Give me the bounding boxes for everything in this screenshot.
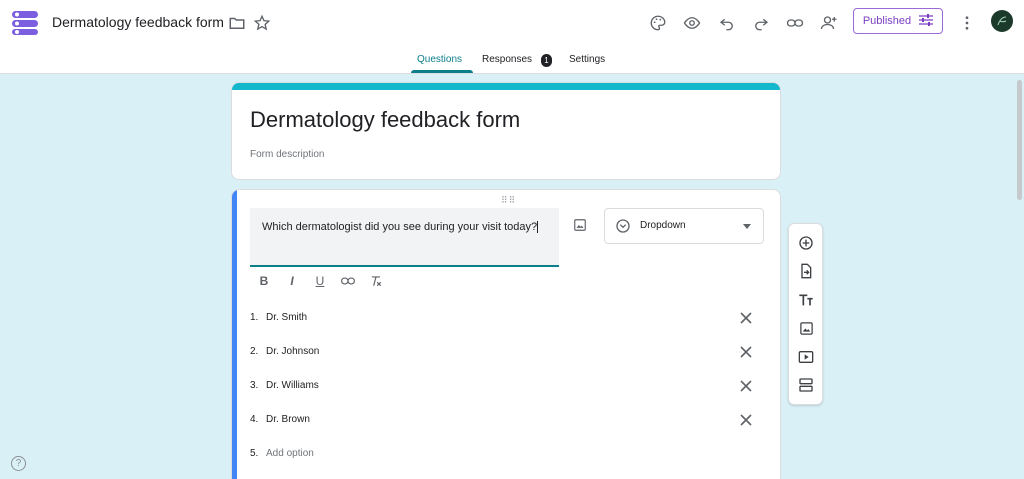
tab-responses[interactable]: Responses (482, 54, 532, 65)
option-label[interactable]: Dr. Williams (266, 380, 319, 391)
add-video-icon[interactable] (797, 348, 815, 366)
top-bar: Dermatology feedback form Published Ques… (0, 0, 1024, 74)
more-vert-icon[interactable] (957, 13, 977, 33)
active-card-indicator (232, 190, 237, 479)
option-number: 1. (250, 312, 259, 323)
import-questions-icon[interactable] (797, 262, 815, 280)
avatar[interactable] (991, 10, 1013, 32)
chevron-down-icon (743, 224, 751, 229)
list-item: 1. Dr. Smith (250, 309, 770, 329)
option-label[interactable]: Dr. Brown (266, 414, 310, 425)
underline-button[interactable]: U (311, 272, 329, 290)
list-item: 4. Dr. Brown (250, 411, 770, 431)
close-icon[interactable] (738, 344, 754, 360)
form-title[interactable]: Dermatology feedback form (250, 107, 520, 133)
tab-settings[interactable]: Settings (569, 54, 605, 65)
insert-link-icon[interactable] (339, 272, 357, 290)
option-number: 5. (250, 448, 259, 459)
active-tab-indicator (411, 70, 473, 73)
add-option-row: 5. Add option (250, 445, 770, 465)
title-card-accent (232, 83, 780, 90)
scrollbar[interactable] (1017, 80, 1022, 200)
preview-eye-icon[interactable] (682, 13, 702, 33)
tab-bar: Questions Responses 1 Settings (0, 48, 1024, 74)
option-number: 3. (250, 380, 259, 391)
star-icon[interactable] (252, 13, 272, 33)
undo-icon[interactable] (717, 13, 737, 33)
list-item: 3. Dr. Williams (250, 377, 770, 397)
text-caret (537, 221, 539, 234)
list-item: 2. Dr. Johnson (250, 343, 770, 363)
add-question-icon[interactable] (797, 234, 815, 252)
add-section-icon[interactable] (797, 376, 815, 394)
tab-questions[interactable]: Questions (417, 54, 462, 65)
document-title[interactable]: Dermatology feedback form (52, 14, 224, 30)
drag-handle-icon[interactable]: ⠿⠿ (501, 195, 516, 206)
close-icon[interactable] (738, 310, 754, 326)
add-collaborator-icon[interactable] (819, 13, 839, 33)
link-icon[interactable] (785, 13, 805, 33)
option-label[interactable]: Dr. Johnson (266, 346, 319, 357)
responses-count-badge: 1 (541, 54, 552, 67)
italic-button[interactable]: I (283, 272, 301, 290)
close-icon[interactable] (738, 378, 754, 394)
form-description-field[interactable]: Form description (250, 149, 324, 160)
option-label[interactable]: Dr. Smith (266, 312, 307, 323)
add-image-icon[interactable] (571, 216, 589, 234)
question-type-label: Dropdown (640, 220, 686, 231)
bold-button[interactable]: B (255, 272, 273, 290)
redo-icon[interactable] (751, 13, 771, 33)
add-image-icon[interactable] (797, 319, 815, 337)
option-number: 4. (250, 414, 259, 425)
question-type-select[interactable]: Dropdown (604, 208, 764, 244)
dropdown-circle-icon (615, 218, 631, 239)
tune-icon (919, 13, 934, 29)
question-text: Which dermatologist did you see during y… (262, 221, 538, 233)
palette-icon[interactable] (648, 13, 668, 33)
question-title-input[interactable]: Which dermatologist did you see during y… (250, 208, 559, 267)
clear-formatting-icon[interactable] (367, 272, 385, 290)
question-card[interactable]: ⠿⠿ Which dermatologist did you see durin… (231, 189, 781, 479)
option-number: 2. (250, 346, 259, 357)
help-icon[interactable]: ? (11, 456, 26, 471)
floating-toolbar (788, 223, 823, 405)
close-icon[interactable] (738, 412, 754, 428)
forms-logo-icon[interactable] (12, 11, 38, 35)
published-label: Published (862, 15, 912, 27)
add-option-input[interactable]: Add option (266, 448, 314, 459)
published-button[interactable]: Published (853, 8, 943, 34)
form-title-card: Dermatology feedback form Form descripti… (231, 82, 781, 180)
folder-icon[interactable] (227, 13, 247, 33)
add-title-icon[interactable] (797, 291, 815, 309)
